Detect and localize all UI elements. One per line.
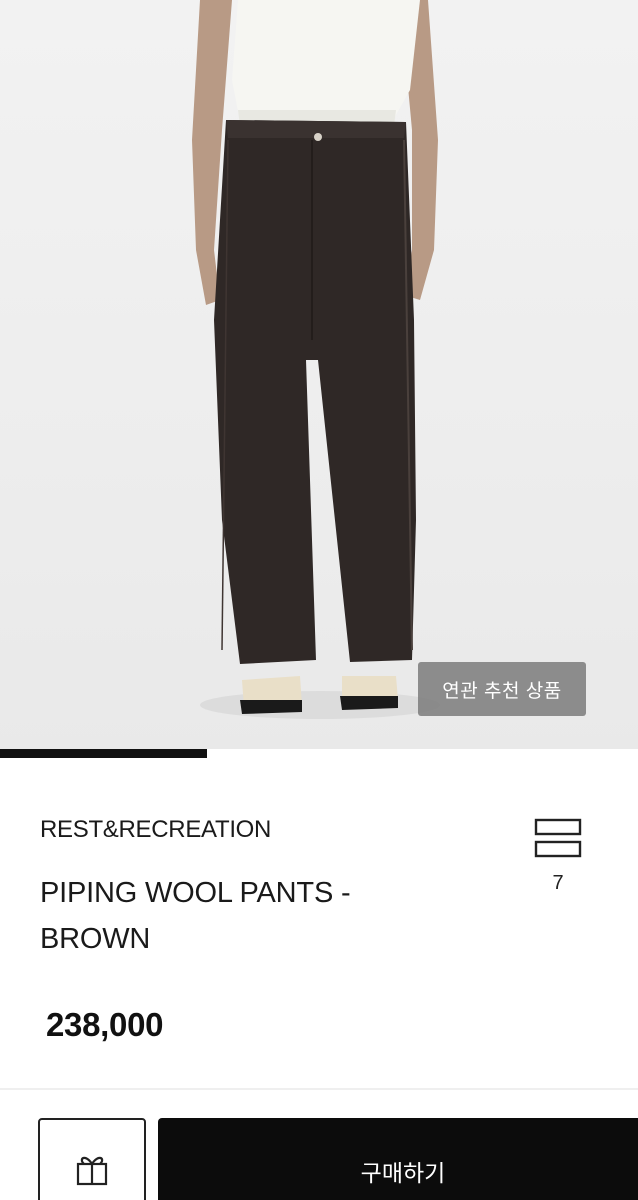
wishlist-layers-icon [534,818,582,858]
buy-button[interactable]: 구매하기 [158,1118,638,1200]
product-title: PIPING WOOL PANTS - BROWN [40,877,351,955]
brand-name[interactable]: REST&RECREATION [40,816,271,844]
model-photo [192,0,440,719]
wishlist-count: 7 [552,872,564,894]
gift-button[interactable] [38,1118,146,1200]
product-price: 238,000 [46,1006,164,1043]
section-divider [0,1088,638,1090]
image-progress-bar [0,749,208,758]
related-recommend-button[interactable]: 연관 추천 상품 [418,662,586,716]
product-image[interactable]: 연관 추천 상품 [0,0,638,758]
wishlist-button[interactable]: 7 [530,818,586,900]
gift-icon [76,1156,108,1186]
